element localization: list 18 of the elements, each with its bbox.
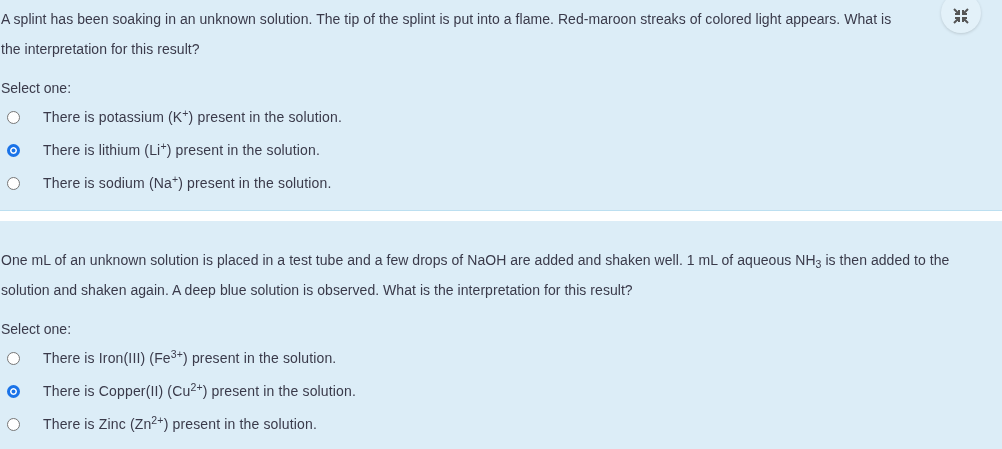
radio-button[interactable]	[7, 177, 20, 190]
select-prompt: Select one:	[0, 79, 73, 98]
radio-button[interactable]	[7, 144, 20, 157]
question-text: A splint has been soaking in an unknown solution. The tip of the splint is put into a flame. Red-maroon streaks of colored light appears. What is the interpretation for this result?	[0, 10, 893, 59]
radio-button[interactable]	[7, 352, 20, 365]
select-prompt: Select one:	[0, 320, 73, 339]
radio-button[interactable]	[7, 418, 20, 431]
option-label[interactable]: There is Zinc (Zn$^{2+}$) present in the solution.	[43, 414, 317, 435]
option-label[interactable]: There is Copper(II) (Cu$^{2+}$) present in the solution.	[43, 381, 356, 402]
question-text: One mL of an unknown solution is placed in a test tube and a few drops of NaOH are added and shaken well. 1 mL of aqueous NH$_{3}$ is then added to the solution and shaken again. A deep blue solution is observed. What is the interpretation for this result?	[0, 251, 951, 300]
radio-button[interactable]	[7, 111, 20, 124]
option-label[interactable]: There is sodium (Na$^{+}$) present in the solution.	[43, 173, 332, 194]
option-label[interactable]: There is lithium (Li$^{+}$) present in the solution.	[43, 140, 320, 161]
option-label[interactable]: There is Iron(III) (Fe$^{3+}$) present in the solution.	[43, 348, 337, 369]
radio-button[interactable]	[7, 385, 20, 398]
collapse-icon	[953, 8, 969, 24]
option-label[interactable]: There is potassium (K$^{+}$) present in the solution.	[43, 107, 342, 128]
collapse-button[interactable]	[941, 0, 981, 33]
